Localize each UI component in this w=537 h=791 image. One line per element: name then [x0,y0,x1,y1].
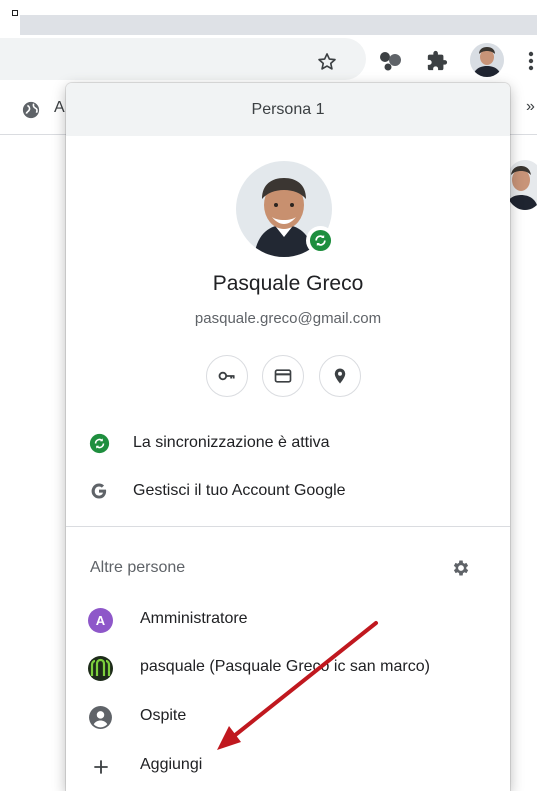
profile-email: pasquale.greco@gmail.com [194,310,382,327]
manage-google-account-label: Gestisci il tuo Account Google [133,482,346,499]
sync-icon [88,432,110,454]
location-pin-icon [334,368,346,384]
google-g-icon [88,480,110,502]
extension-icon[interactable] [375,47,405,75]
manage-google-account-row[interactable]: Gestisci il tuo Account Google [66,469,510,513]
profile-row-label: Ospite [140,707,187,724]
plus-icon [88,754,113,779]
guest-account-icon [88,705,113,730]
globe-icon [22,101,40,124]
other-people-heading: Altre persone [90,559,186,576]
passwords-button[interactable] [206,355,248,397]
profile-row-amministratore[interactable]: A Amministratore [66,597,510,643]
puzzle-piece-icon[interactable] [424,48,450,74]
profile-row-pasquale[interactable]: pasquale (Pasquale Greco ic san marco) [66,645,510,691]
profile-menu-popup: Persona 1 Pasquale Greco pasquale.greco@… [66,83,510,791]
payment-methods-button[interactable] [262,355,304,397]
add-profile-label: Aggiungi [140,756,203,773]
more-vert-icon[interactable] [526,49,536,73]
sync-status-label: La sincronizzazione è attiva [133,434,330,451]
avatar [88,656,113,681]
profile-row-label: pasquale (Pasquale Greco ic san marco) [140,658,430,675]
profile-menu-title: Persona 1 [251,100,325,118]
section-divider [66,526,510,527]
credit-card-icon [274,369,292,383]
key-icon [218,371,235,381]
profile-avatar-button[interactable] [470,43,504,77]
window-corner-marker [12,10,18,16]
address-bar[interactable] [0,38,366,80]
profile-name: Pasquale Greco [212,272,364,295]
addresses-button[interactable] [319,355,361,397]
tab-strip [20,15,537,35]
gear-icon[interactable] [449,556,473,580]
browser-toolbar [0,35,537,85]
profile-row-ospite[interactable]: Ospite [66,694,510,740]
sync-badge-icon [306,226,335,255]
avatar: A [88,608,113,633]
sync-status-row[interactable]: La sincronizzazione è attiva [66,421,510,465]
bookmark-item-label[interactable]: A [54,99,65,117]
add-profile-row[interactable]: Aggiungi [66,743,510,789]
profile-row-label: Amministratore [140,610,248,627]
profile-menu-header: Persona 1 [66,83,510,136]
bookmarks-overflow-chevron[interactable]: » [526,98,535,116]
star-outline-icon[interactable] [314,49,340,75]
